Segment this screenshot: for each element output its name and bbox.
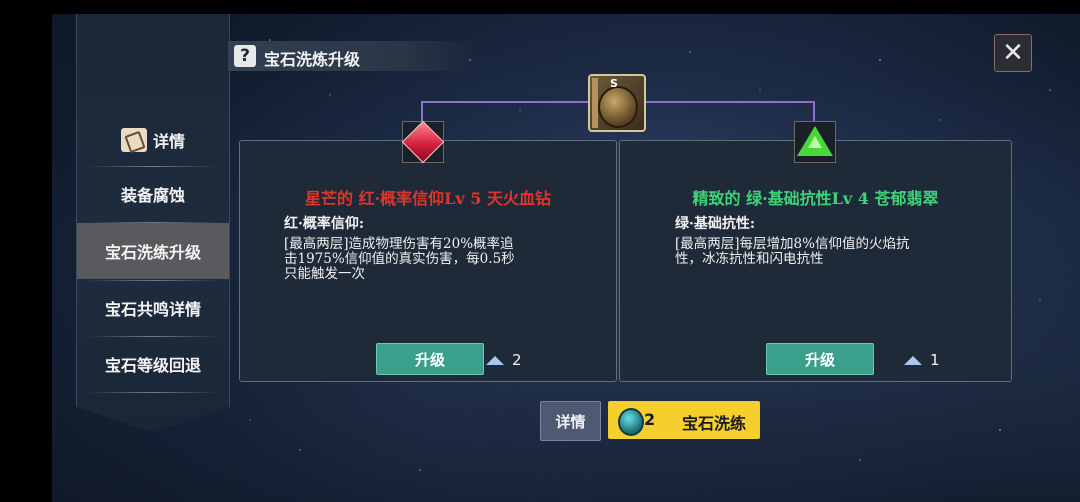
desc-line: [最高两层]每层增加8%信仰值的火焰抗	[675, 236, 910, 252]
item-side-bar	[592, 78, 598, 128]
shard-icon	[486, 355, 504, 365]
refine-stone-count: 2	[644, 410, 656, 429]
panel-title-bar: ? 宝石洗炼升级	[228, 41, 478, 71]
connector-line	[421, 101, 423, 121]
cost-value: 1	[930, 351, 940, 369]
status-bar-area	[0, 0, 1080, 14]
refine-stone-icon	[618, 408, 644, 436]
desc-line: 只能触发一次	[284, 266, 365, 282]
sidebar-item-equipment-corrosion[interactable]: 装备腐蚀	[77, 166, 229, 222]
gem-slot[interactable]	[794, 121, 836, 163]
gem-effect-title: 红·概率信仰:	[284, 216, 365, 232]
gem-effect-description: [最高两层]每层增加8%信仰值的火焰抗 性，冰冻抗性和闪电抗性	[675, 237, 965, 267]
screen-notch-area	[0, 0, 52, 502]
gem-card-green: 精致的 绿·基础抗性Lv 4 苍郁翡翠 绿·基础抗性: [最高两层]每层增加8%…	[619, 121, 1012, 382]
gem-name: 星芒的 红·概率信仰Lv 5 天火血钻	[305, 189, 551, 208]
equipped-item-slot[interactable]: S	[588, 74, 646, 132]
close-icon: ✕	[1002, 38, 1024, 68]
connector-line	[813, 101, 815, 121]
upgrade-cost: 1	[904, 351, 940, 369]
desc-line: [最高两层]造成物理伤害有20%概率追	[284, 236, 514, 252]
sidebar-detail-label: 详情	[153, 132, 186, 151]
sidebar-item-label: 装备腐蚀	[120, 186, 185, 205]
equipment-gem-icon	[598, 86, 638, 128]
upgrade-button[interactable]: 升级	[376, 343, 484, 375]
grade-badge: S	[610, 77, 618, 90]
scroll-icon	[121, 128, 147, 152]
help-icon[interactable]: ?	[234, 45, 256, 67]
detail-button[interactable]: 详情	[540, 401, 601, 441]
sidebar: 详情 装备腐蚀 宝石洗练升级 宝石共鸣详情 宝石等级回退	[76, 14, 230, 432]
gem-name: 精致的 绿·基础抗性Lv 4 苍郁翡翠	[692, 189, 939, 208]
upgrade-cost: 2	[486, 351, 522, 369]
sidebar-detail-header[interactable]: 详情	[121, 126, 185, 154]
sidebar-item-gem-refine-upgrade[interactable]: 宝石洗练升级	[77, 223, 229, 279]
green-gem-icon	[797, 126, 833, 156]
sidebar-item-gem-resonance[interactable]: 宝石共鸣详情	[77, 280, 229, 336]
page-title: 宝石洗炼升级	[264, 50, 361, 69]
sidebar-item-label: 宝石等级回退	[104, 356, 201, 375]
sidebar-item-gem-level-rollback[interactable]: 宝石等级回退	[77, 336, 229, 392]
gem-card-red: 星芒的 红·概率信仰Lv 5 天火血钻 红·概率信仰: [最高两层]造成物理伤害…	[239, 120, 617, 382]
cost-value: 2	[512, 351, 522, 369]
desc-line: 性，冰冻抗性和闪电抗性	[675, 251, 824, 267]
sidebar-item-label: 宝石共鸣详情	[104, 300, 201, 319]
divider	[87, 392, 219, 393]
sidebar-item-label: 宝石洗练升级	[104, 243, 201, 262]
shard-icon	[904, 355, 922, 365]
refine-button-label: 宝石洗练	[682, 414, 747, 433]
gem-effect-description: [最高两层]造成物理伤害有20%概率追 击1975%信仰值的真实伤害，每0.5秒…	[284, 237, 574, 282]
gem-slot[interactable]	[401, 120, 445, 164]
red-gem-icon	[401, 120, 445, 164]
upgrade-button[interactable]: 升级	[766, 343, 874, 375]
close-button[interactable]: ✕	[994, 34, 1032, 72]
gem-refine-button[interactable]: 2 宝石洗练	[608, 401, 760, 439]
game-screen: 详情 装备腐蚀 宝石洗练升级 宝石共鸣详情 宝石等级回退 ? 宝石洗炼升级 ✕ …	[0, 0, 1080, 502]
desc-line: 击1975%信仰值的真实伤害，每0.5秒	[284, 251, 515, 267]
gem-effect-title: 绿·基础抗性:	[675, 216, 756, 232]
